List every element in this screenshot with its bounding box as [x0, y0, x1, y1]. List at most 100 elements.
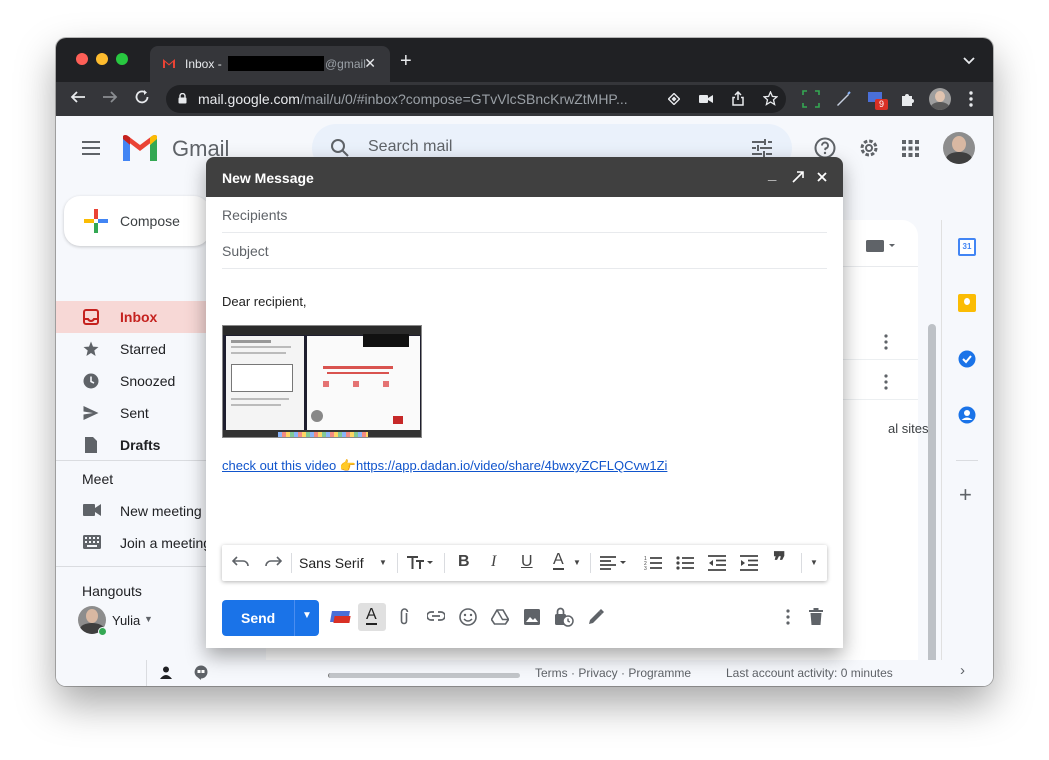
- expand-compose-icon[interactable]: [792, 171, 804, 183]
- install-app-icon[interactable]: [668, 93, 680, 105]
- toolbar-divider: [291, 553, 292, 573]
- scrollbar-thumb[interactable]: [928, 324, 936, 674]
- hangouts-chat-icon[interactable]: [194, 665, 208, 680]
- tab-search-chevron-icon[interactable]: [963, 57, 975, 65]
- browser-tab-inbox[interactable]: Inbox - @gmail ✕: [150, 46, 390, 82]
- gmail-favicon-icon: [163, 59, 175, 68]
- help-icon[interactable]: [814, 137, 836, 159]
- flag-extension-icon[interactable]: 9: [866, 90, 888, 110]
- close-tab-icon[interactable]: ✕: [364, 55, 376, 72]
- online-status-dot: [98, 627, 107, 636]
- message-greeting[interactable]: Dear recipient,: [222, 294, 307, 309]
- subject-field[interactable]: Subject: [222, 233, 827, 269]
- numbered-list-icon[interactable]: 123: [644, 555, 662, 571]
- send-button[interactable]: Send ▼: [222, 600, 319, 636]
- close-window-button[interactable]: [76, 53, 88, 65]
- contacts-icon[interactable]: [958, 406, 976, 424]
- redo-icon[interactable]: [264, 556, 282, 568]
- search-input[interactable]: Search mail: [368, 138, 452, 156]
- quote-icon[interactable]: ❞: [773, 550, 786, 574]
- add-addon-icon[interactable]: +: [959, 484, 972, 506]
- close-compose-icon[interactable]: [817, 172, 827, 182]
- underline-icon[interactable]: U: [521, 553, 533, 571]
- search-options-icon[interactable]: [752, 139, 772, 157]
- formatting-options-icon[interactable]: A: [358, 603, 386, 631]
- pen-extension-icon[interactable]: [834, 90, 852, 108]
- font-size-icon[interactable]: [407, 556, 433, 570]
- account-avatar[interactable]: [943, 132, 975, 164]
- indent-more-icon[interactable]: [740, 555, 758, 571]
- new-tab-button[interactable]: +: [400, 51, 412, 71]
- chevron-right-icon[interactable]: ›: [960, 662, 965, 679]
- italic-icon[interactable]: I: [491, 553, 496, 571]
- browser-toolbar: mail.google.com/mail/u/0/#inbox?compose=…: [56, 82, 993, 116]
- contacts-person-icon[interactable]: [160, 666, 172, 679]
- profile-avatar-icon[interactable]: [929, 88, 951, 110]
- schedule-send-dropdown-icon[interactable]: ▼: [302, 610, 312, 621]
- screenshot-extension-icon[interactable]: [802, 90, 820, 108]
- bold-icon[interactable]: B: [458, 553, 470, 571]
- undo-icon[interactable]: [232, 556, 250, 568]
- clock-icon: [83, 373, 99, 389]
- google-drive-icon[interactable]: [491, 609, 509, 625]
- confidential-mode-icon[interactable]: [554, 607, 574, 627]
- bulleted-list-icon[interactable]: [676, 555, 694, 571]
- recipients-field[interactable]: Recipients: [222, 197, 827, 233]
- forward-icon[interactable]: [102, 89, 118, 105]
- dadan-extension-icon[interactable]: [330, 609, 351, 625]
- attach-file-icon[interactable]: [399, 608, 409, 626]
- insert-link-icon[interactable]: [427, 611, 445, 621]
- redacted-email: [228, 56, 324, 71]
- camera-icon[interactable]: [699, 94, 713, 104]
- keep-icon[interactable]: [958, 294, 976, 312]
- browser-menu-icon[interactable]: [962, 90, 980, 108]
- last-activity: Last account activity: 0 minutes: [726, 666, 893, 680]
- discard-draft-trash-icon[interactable]: [809, 608, 823, 625]
- share-icon[interactable]: [732, 91, 744, 106]
- search-icon[interactable]: [330, 138, 350, 158]
- compose-button[interactable]: Compose: [64, 196, 210, 246]
- settings-gear-icon[interactable]: [858, 137, 880, 159]
- extensions-puzzle-icon[interactable]: [899, 90, 917, 108]
- bookmark-star-icon[interactable]: [763, 91, 778, 106]
- signature-pen-icon[interactable]: [587, 608, 605, 626]
- side-panel-divider: [956, 460, 978, 461]
- apps-grid-icon[interactable]: [902, 140, 919, 157]
- font-family-dropdown-icon[interactable]: ▼: [379, 558, 387, 567]
- sidebar-item-label: Inbox: [120, 309, 158, 325]
- calendar-icon[interactable]: 31: [958, 238, 976, 256]
- lock-icon: [178, 93, 187, 104]
- side-panel: 31 +: [941, 220, 993, 660]
- indent-less-icon[interactable]: [708, 555, 726, 571]
- horizontal-scroll-bar[interactable]: [328, 673, 520, 678]
- more-vertical-icon[interactable]: [884, 374, 888, 390]
- gmail-logo-icon[interactable]: [121, 134, 159, 162]
- video-thumbnail-image[interactable]: [222, 325, 422, 438]
- input-tools-keyboard-icon[interactable]: [866, 240, 896, 252]
- insert-photo-icon[interactable]: [523, 608, 541, 626]
- main-menu-icon[interactable]: [82, 141, 100, 155]
- compose-dialog: New Message _ Recipients Subject Dear re…: [206, 157, 843, 648]
- sidebar-item-label: Starred: [120, 341, 166, 357]
- align-icon[interactable]: [600, 556, 626, 570]
- minimize-compose-icon[interactable]: _: [768, 166, 776, 183]
- font-family-select[interactable]: Sans Serif: [299, 555, 364, 571]
- footer-links[interactable]: Terms · Privacy · Programme: [535, 666, 691, 680]
- more-vertical-icon[interactable]: [884, 334, 888, 350]
- chevron-down-icon[interactable]: ▼: [144, 614, 153, 624]
- address-bar[interactable]: mail.google.com/mail/u/0/#inbox?compose=…: [166, 85, 786, 113]
- compose-dialog-title: New Message: [222, 170, 314, 186]
- reload-icon[interactable]: [134, 89, 150, 105]
- emoji-icon[interactable]: [459, 608, 477, 626]
- more-options-icon[interactable]: [786, 609, 790, 625]
- text-color-dropdown-icon[interactable]: ▼: [573, 558, 581, 567]
- text-color-icon[interactable]: A: [553, 552, 564, 570]
- back-icon[interactable]: [70, 89, 86, 105]
- minimize-window-button[interactable]: [96, 53, 108, 65]
- tasks-icon[interactable]: [958, 350, 976, 368]
- more-formatting-dropdown-icon[interactable]: ▼: [810, 558, 818, 567]
- compose-dialog-header[interactable]: New Message _: [206, 157, 843, 197]
- zoom-window-button[interactable]: [116, 53, 128, 65]
- video-share-link[interactable]: check out this video 👉https://app.dadan.…: [222, 458, 667, 474]
- footer-divider: [146, 660, 147, 686]
